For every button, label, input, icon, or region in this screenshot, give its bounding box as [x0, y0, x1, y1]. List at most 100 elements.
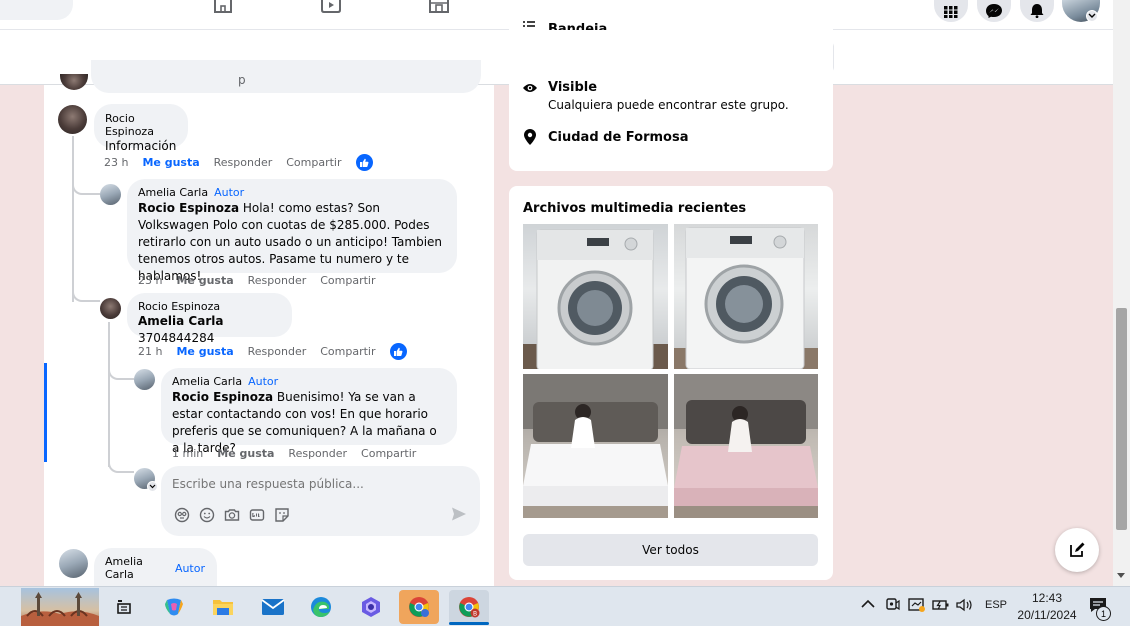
- like-button[interactable]: Me gusta: [142, 156, 199, 169]
- visibility-description: Cualquiera puede encontrar este grupo.: [548, 98, 789, 112]
- profile-chevron-down-icon[interactable]: [1086, 10, 1098, 22]
- mention-link[interactable]: Rocio Espinoza: [138, 201, 239, 215]
- share-button[interactable]: Compartir: [320, 274, 375, 287]
- mention-link[interactable]: Rocio Espinoza: [172, 390, 273, 404]
- reply-button[interactable]: Responder: [288, 447, 347, 460]
- thread-line: [72, 136, 74, 302]
- comment-time[interactable]: 23 h: [138, 274, 162, 287]
- tray-chevron-up-icon[interactable]: [861, 599, 875, 609]
- see-all-button[interactable]: Ver todos: [523, 534, 818, 566]
- comment-text: Rocio Espinoza Hola! como estas? Son Vol…: [138, 200, 445, 285]
- comment-author-name[interactable]: Rocio Espinoza: [105, 112, 176, 138]
- comment-bubble: Rocio Espinoza Amelia Carla 3704844284: [127, 293, 292, 345]
- location-pin-icon: [524, 129, 536, 145]
- messenger-icon[interactable]: [977, 0, 1011, 22]
- comment-text: Amelia Carla 3704844284: [138, 313, 280, 347]
- avatar-amelia-carla[interactable]: [59, 549, 88, 578]
- comment-author-name[interactable]: Rocio Espinoza: [138, 300, 280, 313]
- search-field-stub[interactable]: [0, 0, 73, 20]
- copilot-icon[interactable]: [154, 590, 194, 624]
- comment-bubble: Amelia Carla Autor Rocio Espinoza Buenis…: [161, 368, 457, 455]
- thread-line: [108, 322, 110, 467]
- thread-connector: [72, 286, 100, 302]
- comment-time[interactable]: 23 h: [104, 156, 128, 169]
- scroll-down-arrow-icon[interactable]: [1116, 572, 1126, 580]
- avatar-rocio-espinoza[interactable]: [58, 105, 87, 134]
- media-thumbnail-bed-pink[interactable]: [674, 374, 818, 518]
- emoji-icon[interactable]: [199, 507, 215, 523]
- like-reaction-icon[interactable]: [389, 343, 407, 360]
- chrome-browser-app[interactable]: B: [449, 590, 489, 624]
- author-badge: Autor: [214, 186, 245, 199]
- meet-now-icon[interactable]: [885, 597, 901, 613]
- share-button[interactable]: Compartir: [320, 345, 375, 358]
- recent-media-title: Archivos multimedia recientes: [523, 201, 747, 216]
- sticker-icon[interactable]: [274, 507, 290, 523]
- reply-button[interactable]: Responder: [214, 156, 273, 169]
- comment-author-name[interactable]: Amelia Carla: [172, 375, 242, 388]
- file-explorer-icon[interactable]: [203, 590, 243, 624]
- mail-icon[interactable]: [253, 590, 293, 624]
- comment-actions: 23 h Me gusta Responder Compartir: [138, 274, 390, 287]
- home-icon[interactable]: [212, 0, 234, 14]
- media-thumbnail-washer[interactable]: [674, 224, 818, 369]
- clock-date[interactable]: 20/11/2024: [1016, 608, 1078, 622]
- task-view-icon[interactable]: [104, 590, 144, 624]
- camera-icon[interactable]: [224, 507, 240, 523]
- battery-charging-icon[interactable]: [932, 598, 950, 612]
- chrome-profile-app[interactable]: [399, 590, 439, 624]
- video-icon[interactable]: [320, 0, 342, 14]
- composer-tools: [174, 507, 290, 523]
- share-button[interactable]: Compartir: [361, 447, 416, 460]
- menu-grid-icon[interactable]: [934, 0, 968, 22]
- reply-button[interactable]: Responder: [248, 345, 307, 358]
- comment-bubble: Amelia Carla Autor -: [94, 548, 217, 596]
- thread-connector: [108, 362, 134, 380]
- reply-button[interactable]: Responder: [248, 274, 307, 287]
- mention-link[interactable]: Amelia Carla: [138, 314, 223, 328]
- avatar-rocio-espinoza[interactable]: [100, 298, 121, 319]
- comment-author-name[interactable]: Amelia Carla: [138, 186, 208, 199]
- notifications-bell-icon[interactable]: [1020, 0, 1054, 22]
- avatar-amelia-carla[interactable]: [100, 184, 121, 205]
- comment-text: Información: [105, 139, 177, 153]
- security-icon[interactable]: [908, 597, 926, 613]
- active-app-indicator: [449, 622, 489, 625]
- reply-input[interactable]: [172, 474, 462, 494]
- comment-actions: 21 h Me gusta Responder Compartir: [138, 343, 407, 360]
- like-button[interactable]: Me gusta: [217, 447, 274, 460]
- volume-icon[interactable]: [956, 598, 974, 612]
- like-button[interactable]: Me gusta: [176, 274, 233, 287]
- comment-author-name[interactable]: Amelia Carla: [105, 555, 169, 581]
- share-button[interactable]: Compartir: [286, 156, 341, 169]
- thread-connector: [108, 455, 134, 473]
- media-thumbnail-bed-white[interactable]: [523, 374, 668, 518]
- like-button[interactable]: Me gusta: [176, 345, 233, 358]
- author-badge: Autor: [174, 561, 205, 575]
- avatar-amelia-carla[interactable]: [134, 369, 155, 390]
- comment-actions: 1 min Me gusta Responder Compartir: [172, 447, 430, 460]
- language-indicator[interactable]: ESP: [985, 599, 1007, 611]
- comment-bubble: Rocio Espinoza Información: [94, 104, 188, 153]
- widgets-weather-thumbnail[interactable]: [21, 588, 99, 626]
- compose-icon: [1070, 542, 1085, 557]
- edge-browser-icon[interactable]: [301, 590, 341, 624]
- avatar-sticker-icon[interactable]: [174, 507, 190, 523]
- comment-actions: 23 h Me gusta Responder Compartir: [104, 154, 373, 171]
- media-thumbnail-washer[interactable]: [523, 224, 668, 369]
- scrollbar-thumb[interactable]: [1116, 308, 1127, 530]
- comment-time[interactable]: 1 min: [172, 447, 203, 460]
- new-message-button[interactable]: [1055, 528, 1099, 572]
- avatar-chevron-down-icon[interactable]: [147, 481, 158, 492]
- comment-time[interactable]: 21 h: [138, 345, 162, 358]
- send-icon[interactable]: [451, 506, 467, 522]
- copilot-app-icon[interactable]: [351, 590, 391, 624]
- marketplace-icon[interactable]: [428, 0, 450, 14]
- clock-time[interactable]: 12:43: [1018, 591, 1076, 605]
- gif-icon[interactable]: [249, 507, 265, 523]
- visibility-title: Visible: [548, 80, 598, 95]
- location-text[interactable]: Ciudad de Formosa: [548, 130, 689, 145]
- notification-count-badge[interactable]: 1: [1096, 606, 1111, 621]
- like-reaction-icon[interactable]: [355, 154, 373, 171]
- list-icon: [522, 21, 536, 30]
